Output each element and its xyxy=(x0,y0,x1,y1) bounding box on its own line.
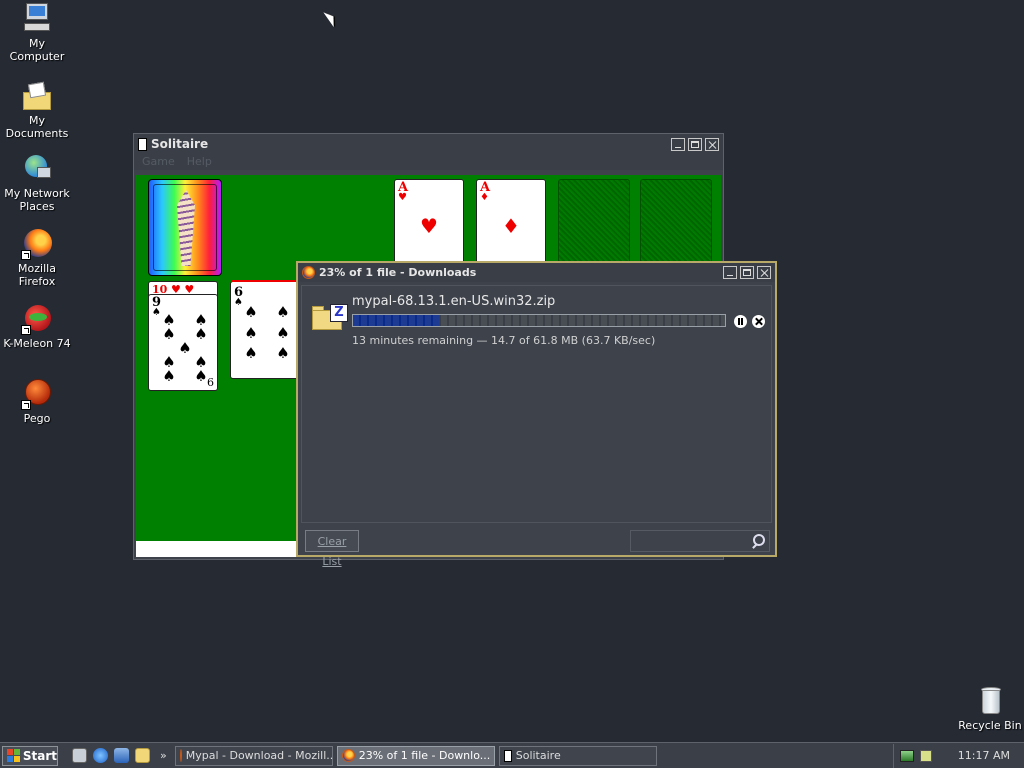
maximize-button[interactable] xyxy=(688,137,702,151)
desktop-icon-label: My Network Places xyxy=(4,187,70,213)
volume-tray-icon[interactable] xyxy=(919,749,932,762)
desktop-icon-label: My Documents xyxy=(5,114,69,140)
desktop-icon-label: K-Meleon 74 xyxy=(3,337,71,350)
firefox-icon xyxy=(341,749,355,762)
taskbar-item-label: Mypal - Download - Mozill... xyxy=(185,749,333,762)
chevron-right-icon[interactable]: » xyxy=(160,749,167,762)
tableau-card[interactable]: 6 ♠ ♠ ♠ ♠ ♠ ♠ ♠ xyxy=(230,280,300,379)
shortcut-arrow-icon xyxy=(21,325,31,335)
menu-help[interactable]: Help xyxy=(187,154,212,170)
card-corner-rank: 6 xyxy=(207,376,214,389)
k-meleon-icon xyxy=(21,303,53,335)
minimize-button[interactable] xyxy=(671,137,685,151)
taskbar: Start » Mypal - Download - Mozill... 23%… xyxy=(0,742,1024,768)
taskbar-item-label: Solitaire xyxy=(515,749,561,762)
downloads-footer: Clear List xyxy=(301,526,772,568)
desktop-icon-my-computer[interactable]: My Computer xyxy=(0,3,74,63)
solitaire-titlebar[interactable]: Solitaire xyxy=(134,134,723,154)
network-globe-icon xyxy=(21,153,53,185)
card-suit: ♥ xyxy=(398,192,407,203)
network-tray-icon[interactable] xyxy=(899,749,914,762)
downloads-window[interactable]: 23% of 1 file - Downloads Z mypal-68.13.… xyxy=(296,261,777,568)
desktop-icon-label: Recycle Bin xyxy=(958,719,1022,732)
search-input[interactable] xyxy=(634,533,748,551)
desktop-icon-my-documents[interactable]: My Documents xyxy=(0,80,74,140)
desktop-icon-label: Mozilla Firefox xyxy=(18,262,56,288)
quick-launch: » xyxy=(72,748,167,763)
desktop-icon-my-network-places[interactable]: My Network Places xyxy=(0,153,74,213)
stock-deck[interactable] xyxy=(148,179,222,276)
desktop-icon-mozilla-firefox[interactable]: Mozilla Firefox xyxy=(0,228,74,288)
download-filename: mypal-68.13.1.en-US.win32.zip xyxy=(352,294,556,309)
menu-game[interactable]: Game xyxy=(142,154,175,170)
pause-icon[interactable] xyxy=(734,315,747,328)
card-center-suit: ♦ xyxy=(502,214,520,238)
card-top-edge xyxy=(231,280,299,282)
card-pips: ♠ ♠ ♠ ♠ ♠ ♠ xyxy=(244,303,290,363)
card-center-suit: ♥ xyxy=(420,214,438,238)
window-title: 23% of 1 file - Downloads xyxy=(319,266,477,279)
download-progress-bar xyxy=(352,314,726,327)
pego-icon xyxy=(21,378,53,410)
desktop-icon-pego[interactable]: Pego xyxy=(0,378,74,425)
downloads-titlebar[interactable]: 23% of 1 file - Downloads xyxy=(298,263,775,282)
card-suit: ♠ xyxy=(152,307,161,318)
card-pips: ♠ ♠ ♠ ♠ ♠ ♠ ♠ ♠ ♠ xyxy=(162,311,208,385)
desktop-icon-label: My Computer xyxy=(9,37,65,63)
downloads-search[interactable] xyxy=(630,530,770,552)
documents-folder-icon xyxy=(21,80,53,112)
zip-file-icon: Z xyxy=(312,304,348,330)
desktop-icon-k-meleon[interactable]: K-Meleon 74 xyxy=(0,303,74,350)
cancel-icon[interactable] xyxy=(752,315,765,328)
taskbar-item-downloads[interactable]: 23% of 1 file - Downlo... xyxy=(336,745,495,766)
show-desktop-icon[interactable] xyxy=(72,748,87,763)
start-label: Start xyxy=(22,748,57,763)
solitaire-menubar: Game Help xyxy=(134,154,723,170)
close-button[interactable] xyxy=(705,137,719,151)
shortcut-arrow-icon xyxy=(21,250,31,260)
desktop-icon-label: Pego xyxy=(23,412,51,425)
taskbar-item-solitaire[interactable]: Solitaire xyxy=(498,745,657,766)
download-status: 13 minutes remaining — 14.7 of 61.8 MB (… xyxy=(352,334,656,347)
solitaire-app-icon xyxy=(138,137,147,151)
download-item[interactable]: Z mypal-68.13.1.en-US.win32.zip 13 minut… xyxy=(306,290,766,348)
taskbar-item-mypal[interactable]: Mypal - Download - Mozill... xyxy=(174,745,333,766)
solitaire-app-icon xyxy=(503,749,512,762)
clock[interactable]: 11:17 AM xyxy=(958,749,1010,762)
taskbar-item-label: 23% of 1 file - Downlo... xyxy=(358,749,491,762)
mouse-cursor-icon xyxy=(323,8,339,28)
search-icon[interactable] xyxy=(751,534,765,548)
outlook-express-icon[interactable] xyxy=(114,748,129,763)
shortcut-arrow-icon xyxy=(21,400,31,410)
desktop-icon-recycle-bin[interactable]: Recycle Bin xyxy=(953,685,1024,732)
system-tray: 11:17 AM xyxy=(892,743,1024,768)
maximize-button[interactable] xyxy=(740,266,754,279)
firefox-icon xyxy=(302,266,315,279)
card-suit: ♦ xyxy=(480,192,489,203)
window-title: Solitaire xyxy=(151,137,209,151)
firefox-icon xyxy=(179,749,182,762)
computer-icon xyxy=(21,3,53,35)
close-button[interactable] xyxy=(757,266,771,279)
start-button[interactable]: Start xyxy=(2,745,58,766)
explorer-search-icon[interactable] xyxy=(135,748,150,763)
firefox-icon xyxy=(21,228,53,260)
card-suit: ♠ xyxy=(234,297,243,308)
internet-explorer-icon[interactable] xyxy=(93,748,108,763)
recycle-bin-icon xyxy=(974,685,1006,717)
downloads-list[interactable]: Z mypal-68.13.1.en-US.win32.zip 13 minut… xyxy=(301,285,772,523)
tableau-card[interactable]: 9 ♠ ♠ ♠ ♠ ♠ ♠ ♠ ♠ ♠ ♠ 6 xyxy=(148,294,218,391)
clear-list-button[interactable]: Clear List xyxy=(305,530,359,568)
minimize-button[interactable] xyxy=(723,266,737,279)
windows-logo-icon xyxy=(7,749,20,762)
